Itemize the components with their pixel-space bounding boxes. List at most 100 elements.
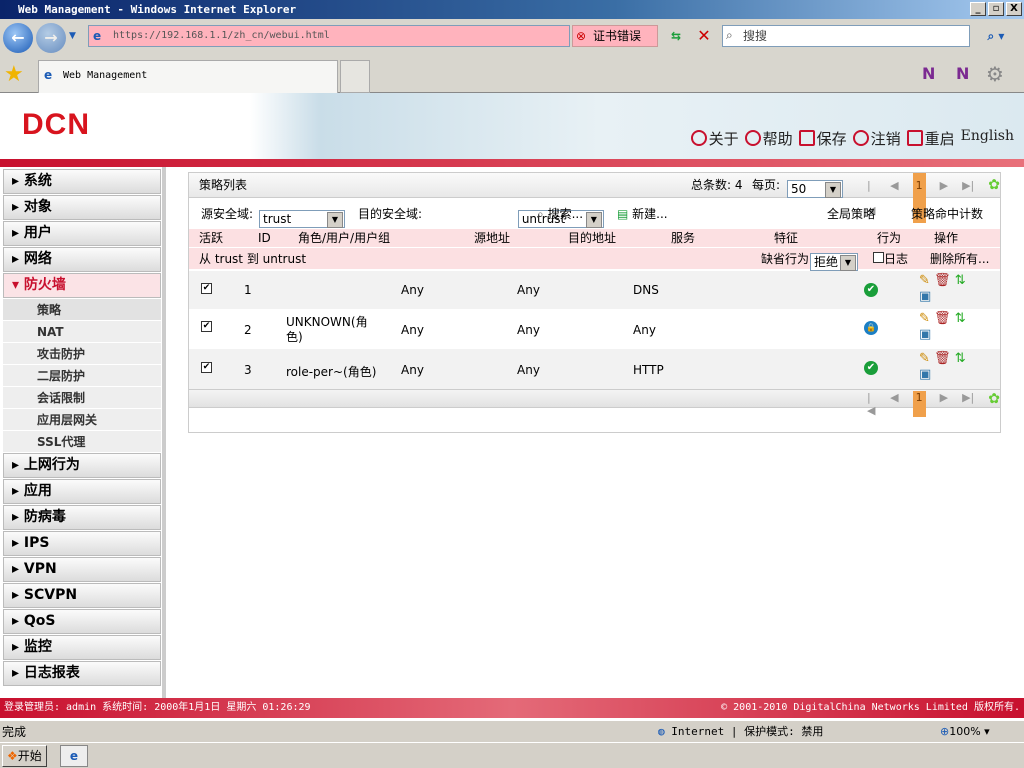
default-action-select[interactable]: 拒绝 [810, 252, 858, 271]
sidebar-item-scvpn[interactable]: ▸ SCVPN [3, 583, 161, 608]
sidebar-item-web-behavior[interactable]: ▸ 上网行为 [3, 453, 161, 478]
copy-icon[interactable]: ▣ [919, 367, 931, 382]
onenote-icon[interactable]: N [922, 64, 935, 83]
row-role: role-per~(角色) [286, 365, 377, 379]
next-page-icon[interactable]: ▶ [940, 391, 948, 417]
minimize-button[interactable]: _ [970, 2, 986, 16]
sidebar-item-ips[interactable]: ▸ IPS [3, 531, 161, 556]
delete-icon[interactable]: 🗑 [934, 273, 951, 288]
move-icon[interactable]: ⇅ [955, 311, 966, 326]
row-ops: ✎ 🗑 ⇅ ▣ [919, 351, 979, 383]
dst-zone-label: 目的安全域: [358, 207, 423, 221]
new-doc-icon: ▤ [617, 207, 629, 221]
maximize-button[interactable]: ▫ [988, 2, 1004, 16]
edit-icon[interactable]: ✎ [919, 311, 930, 326]
close-button[interactable]: X [1006, 2, 1022, 16]
page-number[interactable]: 1 [912, 391, 926, 417]
onenote-linked-icon[interactable]: N [956, 64, 969, 83]
sidebar-item-antivirus[interactable]: ▸ 防病毒 [3, 505, 161, 530]
move-icon[interactable]: ⇅ [955, 273, 966, 288]
move-icon[interactable]: ⇅ [955, 351, 966, 366]
favorites-star-icon[interactable]: ★ [4, 62, 24, 87]
sidebar-item-monitor[interactable]: ▸ 监控 [3, 635, 161, 660]
ie-taskbar-button[interactable]: e [60, 745, 88, 767]
start-button[interactable]: ❖开始 [2, 745, 47, 767]
search-go-button[interactable]: ⌕ ▾ [976, 25, 1016, 47]
default-action-label: 缺省行为 [761, 252, 810, 266]
log-checkbox[interactable]: 日志 [873, 248, 908, 270]
magnifier-icon: ⌕ [537, 207, 544, 221]
edit-icon[interactable]: ✎ [919, 273, 930, 288]
search-input[interactable]: 搜搜 [722, 25, 970, 47]
sidebar-item-application[interactable]: ▸ 应用 [3, 479, 161, 504]
sidebar-sub-l2-defense[interactable]: 二层防护 [3, 365, 161, 387]
pager-bottom: |◀ ◀ 1 ▶ ▶| ✿ [867, 391, 1000, 417]
sidebar-item-log-report[interactable]: ▸ 日志报表 [3, 661, 161, 686]
help-link[interactable]: 帮助 [744, 128, 793, 149]
copy-icon[interactable]: ▣ [919, 289, 931, 304]
prev-page-icon[interactable]: ◀ [890, 391, 898, 417]
sidebar-item-firewall[interactable]: ▾ 防火墙 [3, 273, 161, 298]
delete-all-link[interactable]: 删除所有... [930, 248, 989, 270]
english-link[interactable]: English [961, 128, 1014, 149]
policy-list-panel: 策略列表 总条数: 4 每页: 50 |◀◀1▶▶|✿ 源安全域: trust … [188, 172, 1001, 433]
src-zone-label: 源安全域: [201, 207, 254, 221]
active-checkbox[interactable]: ✔ [201, 362, 212, 373]
stop-icon[interactable]: ✕ [692, 25, 716, 47]
sidebar-item-network[interactable]: ▸ 网络 [3, 247, 161, 272]
refresh-icon[interactable]: ⇆ [664, 25, 688, 47]
new-button[interactable]: ▤ 新建... [617, 201, 668, 227]
sidebar: ▸ 系统 ▸ 对象 ▸ 用户 ▸ 网络 ▾ 防火墙 策略 NAT 攻击防护 二层… [0, 167, 166, 698]
copy-icon[interactable]: ▣ [919, 327, 931, 342]
per-page-select[interactable]: 50 [787, 179, 843, 198]
hit-count-link[interactable]: 策略命中计数 [911, 201, 983, 227]
sidebar-sub-nat[interactable]: NAT [3, 321, 161, 343]
new-tab-button[interactable] [340, 60, 370, 93]
row-id: 3 [244, 363, 252, 377]
back-icon[interactable]: ← [3, 23, 33, 53]
tools-gear-icon[interactable]: ⚙ [986, 62, 1004, 86]
table-row: ✔ 2 UNKNOWN(角色) Any Any Any 🔒 ✎ 🗑 ⇅ ▣ [189, 309, 1000, 349]
sidebar-sub-ssl-proxy[interactable]: SSL代理 [3, 431, 161, 453]
sidebar-item-vpn[interactable]: ▸ VPN [3, 557, 161, 582]
filter-toolbar: 源安全域: trust 目的安全域: untrust ⌕ 搜索... ▤ 新建.… [189, 201, 1000, 228]
zoom-level[interactable]: ⊕100% ▾ [940, 721, 990, 743]
active-checkbox[interactable]: ✔ [201, 321, 212, 332]
sidebar-item-system[interactable]: ▸ 系统 [3, 169, 161, 194]
edit-icon[interactable]: ✎ [919, 351, 930, 366]
row-id: 2 [244, 323, 252, 337]
sidebar-sub-session-limit[interactable]: 会话限制 [3, 387, 161, 409]
reboot-link[interactable]: 重启 [906, 128, 955, 149]
last-page-icon[interactable]: ▶| [962, 391, 974, 417]
sidebar-sub-policy[interactable]: 策略 [3, 299, 161, 321]
sidebar-item-objects[interactable]: ▸ 对象 [3, 195, 161, 220]
first-page-icon[interactable]: |◀ [867, 391, 876, 417]
global-policy-link[interactable]: 全局策略 [827, 201, 875, 227]
logout-link[interactable]: 注销 [852, 128, 901, 149]
src-zone-select[interactable]: trust [259, 209, 345, 228]
sidebar-sub-attack-defense[interactable]: 攻击防护 [3, 343, 161, 365]
search-button[interactable]: ⌕ 搜索... [537, 201, 583, 227]
history-dropdown-icon[interactable]: ▼ [69, 31, 76, 41]
ie-status-bar: 完成 ◍ Internet | 保护模式: 禁用 ⊕100% ▾ [0, 720, 1024, 742]
sidebar-sub-alg[interactable]: 应用层网关 [3, 409, 161, 431]
active-checkbox[interactable]: ✔ [201, 283, 212, 294]
col-action: 行为 [877, 231, 902, 245]
col-ops: 操作 [934, 231, 959, 245]
address-bar[interactable]: https://192.168.1.1/zh_cn/webui.html [88, 25, 570, 47]
ie-page-icon: e [93, 29, 102, 43]
save-link[interactable]: 保存 [798, 128, 847, 149]
sidebar-item-users[interactable]: ▸ 用户 [3, 221, 161, 246]
sidebar-item-qos[interactable]: ▸ QoS [3, 609, 161, 634]
cert-error-icon: ⊗ [576, 29, 587, 43]
col-feature: 特征 [774, 231, 799, 245]
refresh-icon[interactable]: ✿ [988, 391, 1000, 417]
col-dst: 目的地址 [568, 231, 617, 245]
row-ops: ✎ 🗑 ⇅ ▣ [919, 311, 979, 343]
forward-icon[interactable]: → [36, 23, 66, 53]
header-stripe [0, 159, 1024, 167]
delete-icon[interactable]: 🗑 [934, 311, 951, 326]
about-link[interactable]: 关于 [690, 128, 739, 149]
tab-web-management[interactable]: Web Management [38, 60, 338, 93]
delete-icon[interactable]: 🗑 [934, 351, 951, 366]
